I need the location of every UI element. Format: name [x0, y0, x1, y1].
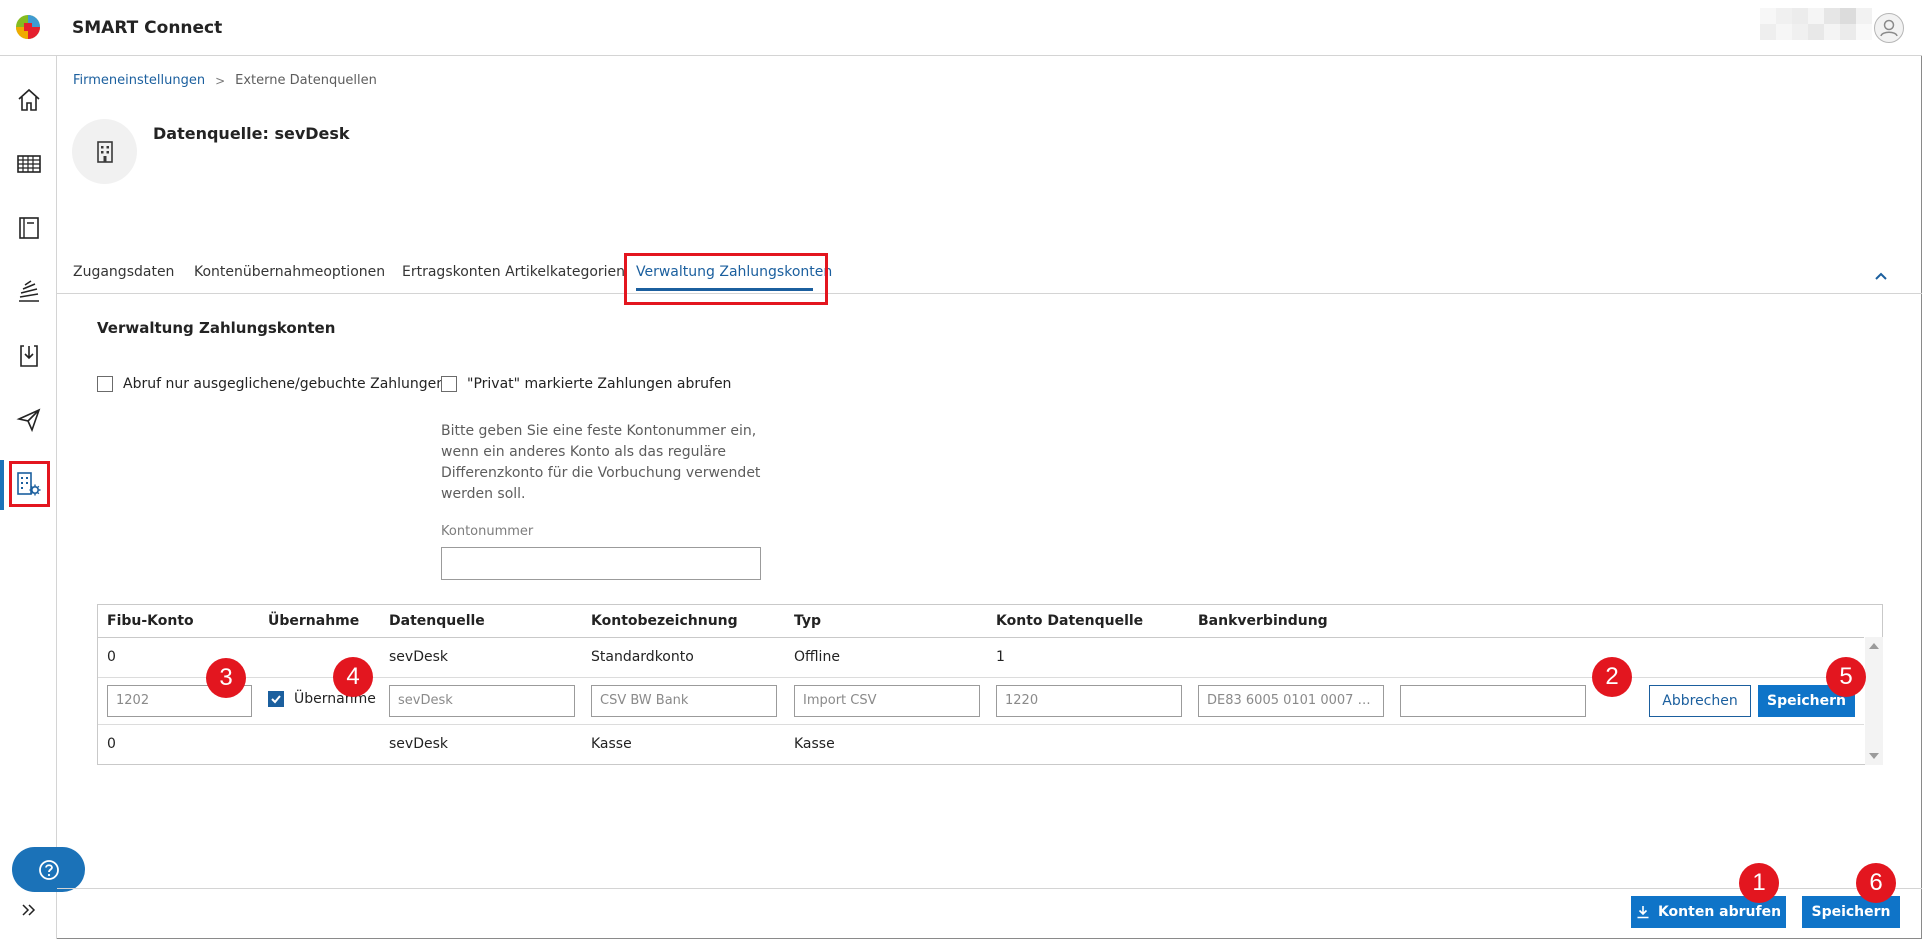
- app-logo-icon: [16, 15, 40, 39]
- cell-fibu: 0: [107, 736, 116, 752]
- callout-badge: 3: [206, 658, 246, 698]
- user-avatar[interactable]: [1874, 13, 1904, 43]
- footer-divider: [57, 888, 1922, 889]
- edit-uebernahme-checkbox[interactable]: [268, 691, 284, 707]
- cell-datenquelle: sevDesk: [389, 736, 448, 752]
- tab-bar: Zugangsdaten Kontenübernahmeoptionen Ert…: [57, 256, 1922, 294]
- callout-badge: 6: [1856, 863, 1896, 903]
- building-icon: [96, 140, 113, 163]
- callout-badge: 4: [333, 657, 373, 697]
- scroll-down-arrow-icon[interactable]: [1869, 753, 1879, 759]
- col-fibu-konto: Fibu-Konto: [107, 613, 194, 629]
- edit-extra-input[interactable]: [1400, 685, 1586, 717]
- account-hint-text: Bitte geben Sie eine feste Kontonummer e…: [441, 423, 761, 502]
- edit-typ-input[interactable]: Import CSV: [794, 685, 980, 717]
- stack-icon: [18, 280, 39, 302]
- col-datenquelle: Datenquelle: [389, 613, 485, 629]
- nav-send[interactable]: [0, 396, 57, 444]
- cell-konto-datenquelle: 1: [996, 649, 1005, 665]
- col-konto-datenquelle: Konto Datenquelle: [996, 613, 1144, 629]
- edit-bankverbindung-input[interactable]: DE83 6005 0101 0007 796...: [1198, 685, 1384, 717]
- top-bar: SMART Connect: [0, 0, 1922, 56]
- col-bankverbindung: Bankverbindung: [1198, 613, 1328, 629]
- download-icon: [19, 345, 38, 367]
- checkbox-private[interactable]: [441, 376, 457, 392]
- checkbox-booked-row[interactable]: Abruf nur ausgeglichene/gebuchte Zahlung…: [97, 376, 445, 392]
- checkbox-booked-label: Abruf nur ausgeglichene/gebuchte Zahlung…: [123, 376, 446, 392]
- checkmark-icon: [271, 695, 281, 704]
- section-title: Verwaltung Zahlungskonten: [97, 319, 336, 337]
- send-icon: [15, 408, 40, 433]
- row-divider: [98, 724, 1864, 725]
- table-scrollbar[interactable]: [1865, 637, 1883, 765]
- nav-stack[interactable]: [0, 268, 57, 316]
- chevron-up-icon: [1875, 272, 1887, 280]
- home-icon: [17, 88, 40, 111]
- collapse-button[interactable]: [1869, 266, 1893, 286]
- rail-active-indicator: [0, 460, 4, 510]
- tab-kontenuebernahmeoptionen[interactable]: Kontenübernahmeoptionen: [194, 264, 385, 280]
- cell-datenquelle: sevDesk: [389, 649, 448, 665]
- question-icon: [38, 859, 59, 880]
- breadcrumb-parent-link[interactable]: Firmeneinstellungen: [73, 73, 205, 88]
- table-icon: [16, 155, 41, 173]
- callout-badge: 1: [1739, 863, 1779, 903]
- account-number-input[interactable]: [441, 547, 761, 580]
- tab-ertragskonten[interactable]: Ertragskonten Artikelkategorien: [402, 264, 625, 280]
- breadcrumb-separator: >: [215, 73, 226, 88]
- fetch-accounts-label: Konten abrufen: [1657, 904, 1782, 920]
- nav-download[interactable]: [0, 332, 57, 380]
- checkbox-booked[interactable]: [97, 376, 113, 392]
- col-kontobezeichnung: Kontobezeichnung: [591, 613, 738, 629]
- double-chevron-right-icon: [22, 904, 36, 916]
- cell-kontobezeichnung: Standardkonto: [591, 649, 694, 665]
- nav-table[interactable]: [0, 140, 57, 188]
- col-uebernahme: Übernahme: [268, 613, 360, 629]
- nav-journal[interactable]: [0, 204, 57, 252]
- app-title: SMART Connect: [72, 18, 223, 38]
- expand-rail-button[interactable]: [17, 898, 41, 922]
- account-number-label: Kontonummer: [441, 524, 534, 539]
- footer-save-button[interactable]: Speichern: [1802, 896, 1900, 928]
- cell-kontobezeichnung: Kasse: [591, 736, 632, 752]
- col-typ: Typ: [794, 613, 822, 629]
- tab-highlight-frame: [624, 253, 828, 305]
- help-button[interactable]: [12, 847, 85, 892]
- breadcrumb: Firmeneinstellungen > Externe Datenquell…: [73, 73, 377, 88]
- cell-typ: Kasse: [794, 736, 835, 752]
- cell-fibu: 0: [107, 649, 116, 665]
- edit-konto-datenquelle-input[interactable]: 1220: [996, 685, 1182, 717]
- checkbox-private-label: "Privat" markierte Zahlungen abrufen: [467, 376, 732, 392]
- user-icon: [1880, 19, 1898, 37]
- checkbox-private-row[interactable]: "Privat" markierte Zahlungen abrufen: [441, 376, 731, 392]
- cell-typ: Offline: [794, 649, 840, 665]
- edit-datenquelle-input[interactable]: sevDesk: [389, 685, 575, 717]
- edit-kontobezeichnung-input[interactable]: CSV BW Bank: [591, 685, 777, 717]
- download-icon: [1637, 906, 1649, 919]
- datasource-title: Datenquelle: sevDesk: [153, 124, 350, 143]
- callout-badge: 2: [1592, 657, 1632, 697]
- datasource-avatar: [72, 119, 137, 184]
- settings-highlight-frame: [9, 461, 50, 507]
- scroll-up-arrow-icon[interactable]: [1869, 643, 1879, 649]
- user-name-blurred: [1760, 8, 1872, 40]
- breadcrumb-current: Externe Datenquellen: [235, 73, 377, 88]
- callout-badge: 5: [1826, 657, 1866, 697]
- nav-home[interactable]: [0, 76, 57, 124]
- journal-icon: [18, 217, 39, 239]
- edit-cancel-button[interactable]: Abbrechen: [1649, 685, 1751, 717]
- table-header-divider: [98, 637, 1864, 638]
- tab-zugangsdaten[interactable]: Zugangsdaten: [73, 264, 174, 280]
